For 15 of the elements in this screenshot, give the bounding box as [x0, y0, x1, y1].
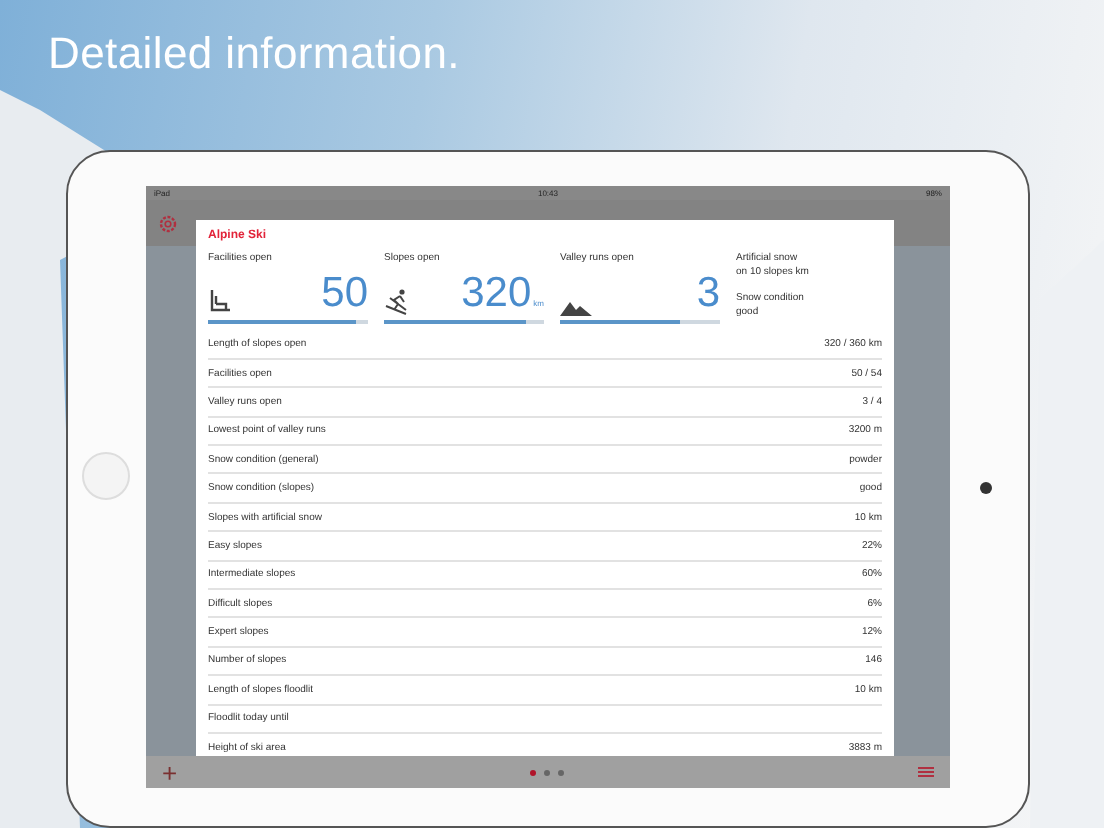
stat-value: 320: [461, 270, 532, 316]
page-dot[interactable]: [544, 769, 551, 775]
skier-icon: [384, 288, 412, 316]
list-icon[interactable]: [918, 766, 934, 778]
chairlift-icon: [208, 288, 236, 316]
headline: Detailed information.: [48, 28, 462, 80]
stat-value: 3: [696, 270, 720, 316]
settings-icon[interactable]: [158, 213, 178, 233]
home-button[interactable]: [82, 452, 130, 500]
camera-icon: [980, 482, 992, 494]
stat-value: 50: [321, 270, 368, 316]
page-dot[interactable]: [558, 769, 565, 775]
mountain-icon: [560, 298, 592, 316]
page-dot[interactable]: [530, 769, 537, 775]
add-button[interactable]: +: [162, 759, 178, 785]
